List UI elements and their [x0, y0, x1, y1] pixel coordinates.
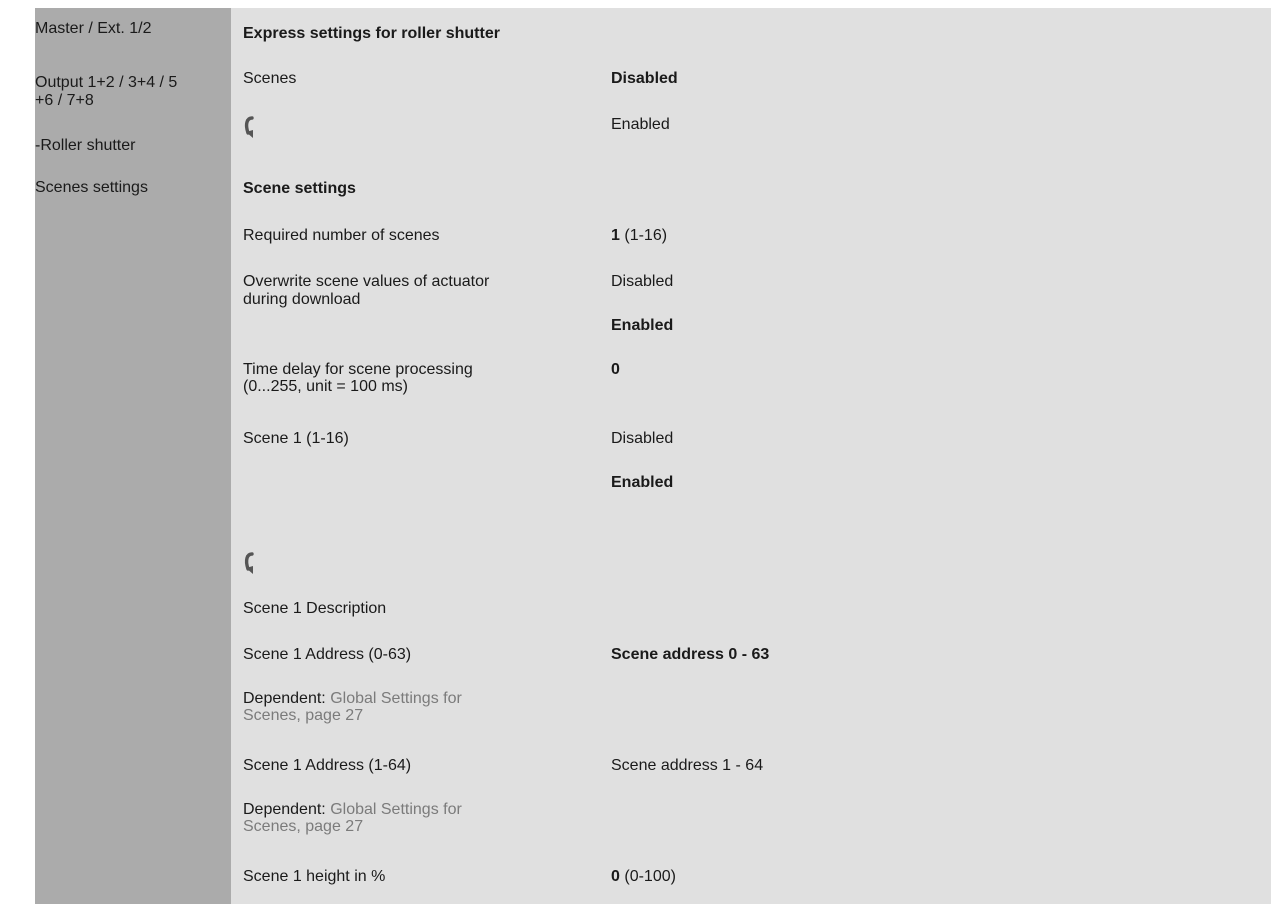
section-heading-scene-settings: Scene settings — [243, 180, 356, 197]
scenes-label: Scenes — [243, 70, 297, 87]
required-scenes-number: 1 — [611, 227, 620, 244]
nav-item-output-line-1[interactable]: Output 1+2 / 3+4 / 5 — [35, 74, 177, 91]
overwrite-option-enabled[interactable]: Enabled — [611, 317, 673, 334]
dependent-link-line-2[interactable]: Scenes, page 27 — [243, 707, 363, 724]
section-heading-express: Express settings for roller shutter — [243, 25, 500, 42]
settings-panel: Master / Ext. 1/2 Output 1+2 / 3+4 / 5 +… — [35, 8, 1271, 904]
height-label: Scene 1 height in % — [243, 868, 386, 885]
address-1-64-dependent: Dependent: Global Settings for — [243, 801, 462, 818]
overwrite-label-line-2: during download — [243, 291, 361, 308]
dependent-label: Dependent: — [243, 690, 326, 707]
scenes-option-enabled[interactable]: Enabled — [611, 116, 670, 133]
time-delay-value[interactable]: 0 — [611, 361, 620, 378]
parameter-area: Express settings for roller shutter Scen… — [231, 8, 1271, 904]
required-scenes-value[interactable]: 1 (1-16) — [611, 227, 667, 244]
address-0-63-label: Scene 1 Address (0-63) — [243, 646, 412, 663]
roller-shutter-icon — [244, 552, 254, 574]
address-0-63-value[interactable]: Scene address 0 - 63 — [611, 646, 769, 663]
address-1-64-value[interactable]: Scene address 1 - 64 — [611, 757, 763, 774]
overwrite-option-disabled[interactable]: Disabled — [611, 273, 673, 290]
scene1-option-enabled[interactable]: Enabled — [611, 474, 673, 491]
scene1-label: Scene 1 (1-16) — [243, 430, 349, 447]
required-scenes-label: Required number of scenes — [243, 227, 440, 244]
dependent-link-line-1[interactable]: Global Settings for — [330, 801, 462, 818]
height-range: (0-100) — [624, 868, 676, 885]
scene1-option-disabled[interactable]: Disabled — [611, 430, 673, 447]
roller-shutter-icon — [244, 116, 254, 138]
nav-column: Master / Ext. 1/2 Output 1+2 / 3+4 / 5 +… — [35, 8, 231, 904]
height-value[interactable]: 0 (0-100) — [611, 868, 676, 885]
dependent-label: Dependent: — [243, 801, 326, 818]
required-scenes-range: (1-16) — [624, 227, 668, 244]
nav-item-output-line-2[interactable]: +6 / 7+8 — [35, 92, 94, 109]
time-delay-label-line-2: (0...255, unit = 100 ms) — [243, 378, 408, 395]
scene1-description-label: Scene 1 Description — [243, 600, 387, 617]
nav-item-scenes-settings[interactable]: Scenes settings — [35, 179, 148, 196]
dependent-link-line-2[interactable]: Scenes, page 27 — [243, 818, 363, 835]
dependent-link-line-1[interactable]: Global Settings for — [330, 690, 462, 707]
time-delay-label-line-1: Time delay for scene processing — [243, 361, 473, 378]
scenes-option-disabled[interactable]: Disabled — [611, 70, 678, 87]
overwrite-label-line-1: Overwrite scene values of actuator — [243, 273, 490, 290]
nav-item-roller-shutter[interactable]: -Roller shutter — [35, 137, 135, 154]
address-1-64-label: Scene 1 Address (1-64) — [243, 757, 412, 774]
height-number: 0 — [611, 868, 620, 885]
nav-item-master-ext[interactable]: Master / Ext. 1/2 — [35, 20, 151, 37]
address-0-63-dependent: Dependent: Global Settings for — [243, 690, 462, 707]
